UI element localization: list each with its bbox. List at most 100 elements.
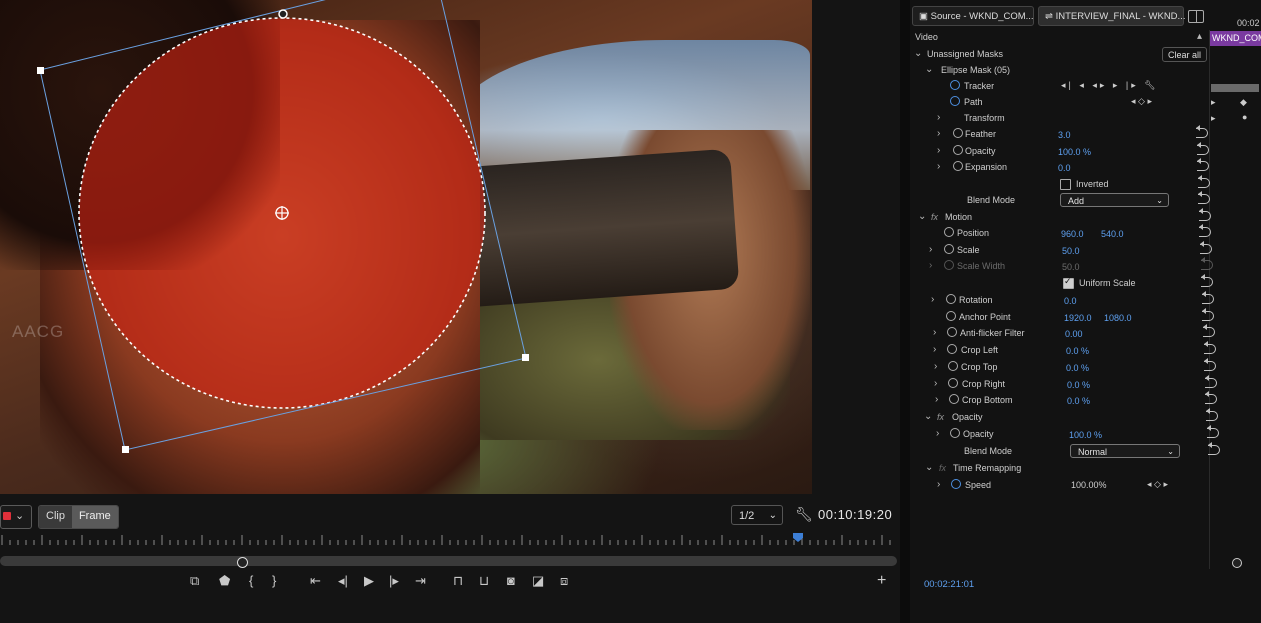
reset-icon[interactable] [1199,224,1211,237]
keyframe-dot-icon[interactable]: ● [1242,112,1247,122]
panel-zoom-handle[interactable] [1232,558,1242,568]
row-feather[interactable]: › Feather 3.0 [913,125,1213,143]
chevron-right-icon[interactable]: › [937,145,940,156]
time-ruler[interactable] [0,533,892,549]
blend-mode-select[interactable]: Add ⌄ [1060,193,1169,207]
play-icon[interactable]: ▶ [364,573,374,589]
mark-out-icon[interactable]: } [272,573,276,588]
chevron-right-icon[interactable]: › [931,294,934,305]
speed-value[interactable]: 100.00% [1071,480,1107,490]
stopwatch-icon[interactable] [953,145,963,155]
chevron-right-icon[interactable]: › [937,112,940,123]
go-to-out-icon[interactable]: ⇥ [415,573,426,589]
timeline-clip-gray[interactable] [1211,84,1259,92]
track-controls[interactable]: ◂| ◂ ◂▸ ▸ |▸ 🔧︎ [1061,80,1159,91]
chevron-right-icon[interactable]: › [935,394,938,405]
chevron-right-icon[interactable]: › [937,128,940,139]
stopwatch-icon[interactable] [953,161,963,171]
stopwatch-icon[interactable] [949,394,959,404]
reset-icon[interactable] [1205,391,1217,404]
reset-icon[interactable] [1208,442,1220,455]
stopwatch-icon[interactable] [950,96,960,106]
anchor-y[interactable]: 1080.0 [1104,313,1132,323]
mask-color-picker[interactable]: ⌄ [0,505,32,529]
row-motion[interactable]: ⌄ fx Motion [913,208,1213,226]
row-opacity[interactable]: › Opacity 100.0 % [913,425,1219,443]
row-uniform-scale[interactable]: Uniform Scale [913,274,1213,292]
row-transform[interactable]: › Transform [913,111,1213,127]
reset-icon[interactable] [1204,358,1216,371]
reset-icon[interactable] [1197,142,1209,155]
row-crop-top[interactable]: › Crop Top 0.0 % [913,358,1216,376]
inverted-checkbox[interactable] [1060,179,1071,190]
chevron-right-icon[interactable]: › [934,361,937,372]
chevron-down-icon[interactable]: ⌄ [925,64,933,75]
chevron-right-icon[interactable]: › [937,479,940,490]
panel-menu-icon[interactable] [1188,10,1204,23]
chevron-right-icon[interactable]: › [937,161,940,172]
blend-mode-normal-select[interactable]: Normal ⌄ [1070,444,1180,458]
crop-left-value[interactable]: 0.0 % [1066,346,1089,356]
reset-icon[interactable] [1196,125,1208,138]
row-anti-flicker[interactable]: › Anti-flicker Filter 0.00 [913,324,1215,342]
mask-handle-bl[interactable] [122,446,129,453]
reset-icon[interactable] [1202,308,1214,321]
reset-icon[interactable] [1199,208,1211,221]
camera-icon[interactable]: ◙ [507,573,515,588]
row-crop-bottom[interactable]: › Crop Bottom 0.0 % [913,391,1217,409]
tab-interview-final[interactable]: ⇌ INTERVIEW_FINAL - WKND... [1038,6,1185,26]
stopwatch-icon[interactable] [944,244,954,254]
uniform-scale-checkbox[interactable] [1063,276,1074,289]
row-path[interactable]: Path ◂ ◇ ▸ [913,95,1213,111]
reset-icon[interactable] [1207,425,1219,438]
scrollbar-handle[interactable] [237,557,248,568]
collapse-icon[interactable]: ▴ [1197,31,1202,42]
row-time-remapping[interactable]: ⌄ fx Time Remapping [913,461,1213,477]
crop-top-value[interactable]: 0.0 % [1066,363,1089,373]
chevron-right-icon[interactable]: › [933,344,936,355]
video-frame[interactable]: AACG [0,0,812,494]
anchor-x[interactable]: 1920.0 [1064,313,1092,323]
row-inverted[interactable]: Inverted [913,175,1213,193]
stopwatch-icon[interactable] [953,128,963,138]
row-scale[interactable]: › Scale 50.0 [913,241,1213,259]
reset-icon[interactable] [1202,291,1214,304]
stopwatch-icon[interactable] [946,311,956,321]
step-back-icon[interactable]: ◂| [338,573,348,589]
timeline-clip[interactable]: WKND_COM [1209,31,1261,46]
add-button-icon[interactable]: + [877,572,886,590]
chevron-down-icon[interactable]: ⌄ [914,48,922,59]
resolution-select[interactable]: 1/2 ⌄ [731,505,783,525]
chevron-right-icon[interactable]: › [929,260,932,271]
stopwatch-icon[interactable] [948,361,958,371]
reset-icon[interactable] [1206,408,1218,421]
stopwatch-icon[interactable] [951,479,961,489]
frame-button[interactable]: Frame [71,506,118,528]
keyframe-nav[interactable]: ◂ ◇ ▸ [1131,96,1152,107]
row-speed[interactable]: › Speed 100.00% ◂ ◇ ▸ [913,478,1213,494]
mark-in-icon[interactable]: { [249,573,253,588]
row-blend-mode[interactable]: Blend Mode Normal ⌄ [913,442,1220,460]
row-ellipse-mask[interactable]: ⌄ Ellipse Mask (05) [913,63,1213,79]
row-position[interactable]: Position 960.0 540.0 [913,224,1213,242]
row-blend-mode-mask[interactable]: Blend Mode Add ⌄ [913,191,1213,209]
reset-icon[interactable] [1204,341,1216,354]
position-y[interactable]: 540.0 [1101,229,1124,239]
antiflicker-value[interactable]: 0.00 [1065,329,1083,339]
reset-icon[interactable] [1198,175,1210,188]
keyframe-diamond-icon[interactable]: ◆ [1240,97,1247,108]
reset-icon[interactable] [1203,324,1215,337]
step-forward-icon[interactable]: |▸ [389,573,399,589]
reset-icon[interactable] [1201,274,1213,287]
stopwatch-icon[interactable] [948,378,958,388]
scale-value[interactable]: 50.0 [1062,246,1080,256]
expansion-value[interactable]: 0.0 [1058,163,1071,173]
reset-icon[interactable] [1205,375,1217,388]
chevron-right-icon[interactable]: › [934,378,937,389]
ellipse-mask-overlay[interactable] [0,0,812,494]
overwrite-icon[interactable]: ⊔ [479,573,489,589]
wrench-icon[interactable]: 🔧︎ [795,506,813,523]
chevron-right-icon[interactable]: › [933,327,936,338]
mask-handle-br[interactable] [522,354,529,361]
reset-icon[interactable] [1197,158,1209,171]
